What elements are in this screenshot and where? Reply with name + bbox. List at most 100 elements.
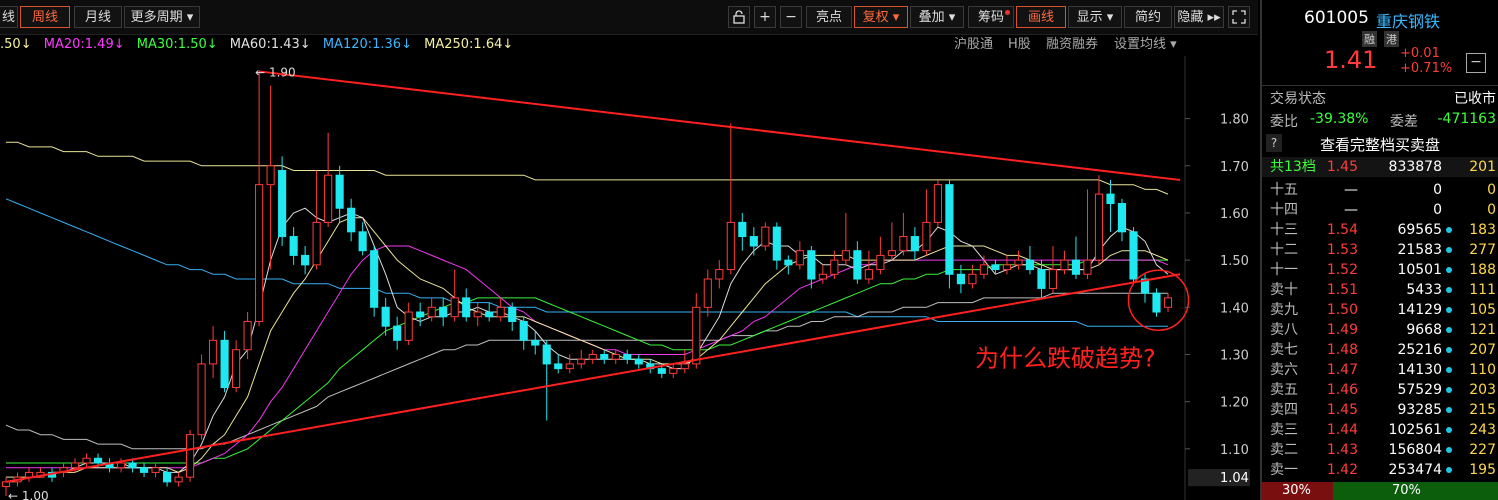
- orderbook-row[interactable]: 十二 1.53 21583 277: [1262, 240, 1498, 260]
- candle-body: [519, 320, 528, 341]
- level-price: 1.49: [1326, 322, 1358, 338]
- level-label: 卖三: [1270, 422, 1298, 438]
- orderbook-row[interactable]: 十一 1.52 10501 188: [1262, 260, 1498, 280]
- orderbook-row[interactable]: 卖九 1.50 14129 105: [1262, 300, 1498, 320]
- ma-settings-dropdown[interactable]: 设置均线 ▾: [1114, 35, 1177, 55]
- orderbook-row[interactable]: 卖二 1.43 156804 227: [1262, 440, 1498, 460]
- fullscreen-icon[interactable]: [1228, 6, 1250, 28]
- y-tick-label: 1.60: [1220, 207, 1249, 222]
- candle-body: [1152, 292, 1161, 313]
- stock-name[interactable]: 重庆钢铁: [1376, 8, 1440, 32]
- y-tick-label: 1.10: [1220, 443, 1249, 458]
- level-price: —: [1344, 202, 1358, 218]
- level-label: 十四: [1270, 202, 1298, 218]
- simple-mode-button[interactable]: 简约: [1124, 6, 1172, 28]
- candle-body: [795, 250, 804, 266]
- candle-body: [301, 254, 310, 266]
- chart-toolbar: 线 周线 月线 更多周期 ▾ + − 亮点 复权 ▾ 叠加 ▾ 筹码 画线 显示…: [0, 0, 1258, 35]
- level-volume: 21583: [1397, 242, 1442, 258]
- level-label: 卖四: [1270, 402, 1298, 418]
- ratio-left: 30%: [1282, 483, 1311, 498]
- orderbook-row[interactable]: 卖六 1.47 14130 110: [1262, 360, 1498, 380]
- candle-body: [726, 221, 735, 271]
- draw-line-button[interactable]: 画线: [1016, 6, 1066, 28]
- candle-body: [427, 306, 436, 318]
- margin-badge: 融: [1362, 31, 1377, 47]
- orderbook-row[interactable]: 十五 — 0 0: [1262, 180, 1498, 200]
- level-count: 203: [1469, 382, 1496, 398]
- candle-body: [600, 353, 609, 360]
- period-day-button[interactable]: 线: [0, 6, 18, 28]
- level-volume: 253474: [1388, 462, 1442, 478]
- y-tick-label: 1.20: [1220, 396, 1249, 411]
- candle-body: [657, 368, 666, 374]
- candle-body: [588, 353, 597, 360]
- level-price: 1.51: [1326, 282, 1358, 298]
- period-month-button[interactable]: 月线: [74, 6, 122, 28]
- level-label: 卖十: [1270, 282, 1298, 298]
- more-periods-dropdown[interactable]: 更多周期 ▾: [124, 6, 200, 28]
- current-price-label: 1.04: [1220, 471, 1249, 486]
- candle-body: [485, 311, 494, 318]
- orderbook-row[interactable]: 卖一 1.42 253474 195: [1262, 460, 1498, 480]
- period-week-button[interactable]: 周线: [20, 6, 70, 28]
- orderbook-row[interactable]: 卖十 1.51 5433 111: [1262, 280, 1498, 300]
- level-volume: 102561: [1388, 422, 1442, 438]
- display-dropdown[interactable]: 显示 ▾: [1068, 6, 1122, 28]
- orderbook-row[interactable]: 卖五 1.46 57529 203: [1262, 380, 1498, 400]
- level-count: 0: [1487, 182, 1496, 198]
- candle-body: [139, 467, 149, 473]
- link-hshare[interactable]: H股: [1008, 35, 1031, 55]
- level-count: 183: [1469, 222, 1496, 238]
- chips-button[interactable]: 筹码: [968, 6, 1014, 28]
- candle-body: [151, 467, 160, 473]
- weibi-label: 委比: [1270, 114, 1298, 130]
- level-volume: 25216: [1397, 342, 1442, 358]
- zoom-in-icon[interactable]: +: [754, 6, 776, 28]
- link-hgt[interactable]: 沪股通: [954, 35, 993, 55]
- y-tick-label: 1.40: [1220, 301, 1249, 316]
- candle-body: [841, 250, 850, 261]
- orderbook-row[interactable]: 卖八 1.49 9668 121: [1262, 320, 1498, 340]
- candle-body: [577, 358, 586, 365]
- orderbook-row[interactable]: 卖三 1.44 102561 243: [1262, 420, 1498, 440]
- candle-body: [335, 174, 344, 209]
- order-dot-icon: [1446, 447, 1452, 453]
- overlay-dropdown[interactable]: 叠加 ▾: [910, 6, 964, 28]
- hk-connect-badge: 港: [1384, 31, 1399, 47]
- kline-chart[interactable]: 1.80 1.70 1.60 1.50 1.40 1.30 1.20 1.10 1.04 ← 1.…: [0, 56, 1250, 500]
- ma-value: MA250:1.64: [424, 37, 503, 52]
- collapse-icon[interactable]: −: [1466, 53, 1486, 73]
- full-orderbook-link[interactable]: 查看完整档买卖盘: [1320, 134, 1440, 155]
- candle-body: [818, 273, 827, 280]
- order-dot-icon: [1446, 227, 1452, 233]
- buy-sell-ratio-bar: 30% 70%: [1262, 482, 1498, 500]
- orderbook-row[interactable]: 卖七 1.48 25216 207: [1262, 340, 1498, 360]
- highlights-button[interactable]: 亮点: [806, 6, 852, 28]
- hide-panel-button[interactable]: 隐藏 ▸▸: [1174, 6, 1224, 28]
- lock-icon[interactable]: [728, 6, 750, 28]
- level-count: 110: [1469, 362, 1496, 378]
- candle-body: [738, 221, 747, 238]
- candle-body: [1163, 297, 1173, 308]
- link-margin[interactable]: 融资融券: [1046, 35, 1098, 55]
- candle-body: [887, 250, 896, 256]
- orderbook-row[interactable]: 卖四 1.45 93285 215: [1262, 400, 1498, 420]
- notification-dot: [1005, 10, 1010, 15]
- zoom-out-icon[interactable]: −: [780, 6, 802, 28]
- adjust-rights-dropdown[interactable]: 复权 ▾: [854, 6, 908, 28]
- ma-legend: .50↓ MA20:1.49↓ MA30:1.50↓ MA60:1.43↓ MA…: [0, 35, 960, 55]
- help-icon[interactable]: ?: [1266, 134, 1282, 152]
- level-price: 1.45: [1326, 402, 1358, 418]
- orderbook-row[interactable]: 十三 1.54 69565 183: [1262, 220, 1498, 240]
- level-price: 1.50: [1326, 302, 1358, 318]
- candle-body: [899, 236, 908, 252]
- candle-body: [669, 368, 678, 374]
- candle-body: [531, 339, 540, 346]
- level-label: 十三: [1270, 222, 1298, 238]
- ratio-right: 70%: [1392, 483, 1421, 498]
- order-dot-icon: [1446, 247, 1452, 253]
- candle-body: [70, 462, 80, 469]
- level-count: 111: [1469, 282, 1496, 298]
- orderbook-row[interactable]: 十四 — 0 0: [1262, 200, 1498, 220]
